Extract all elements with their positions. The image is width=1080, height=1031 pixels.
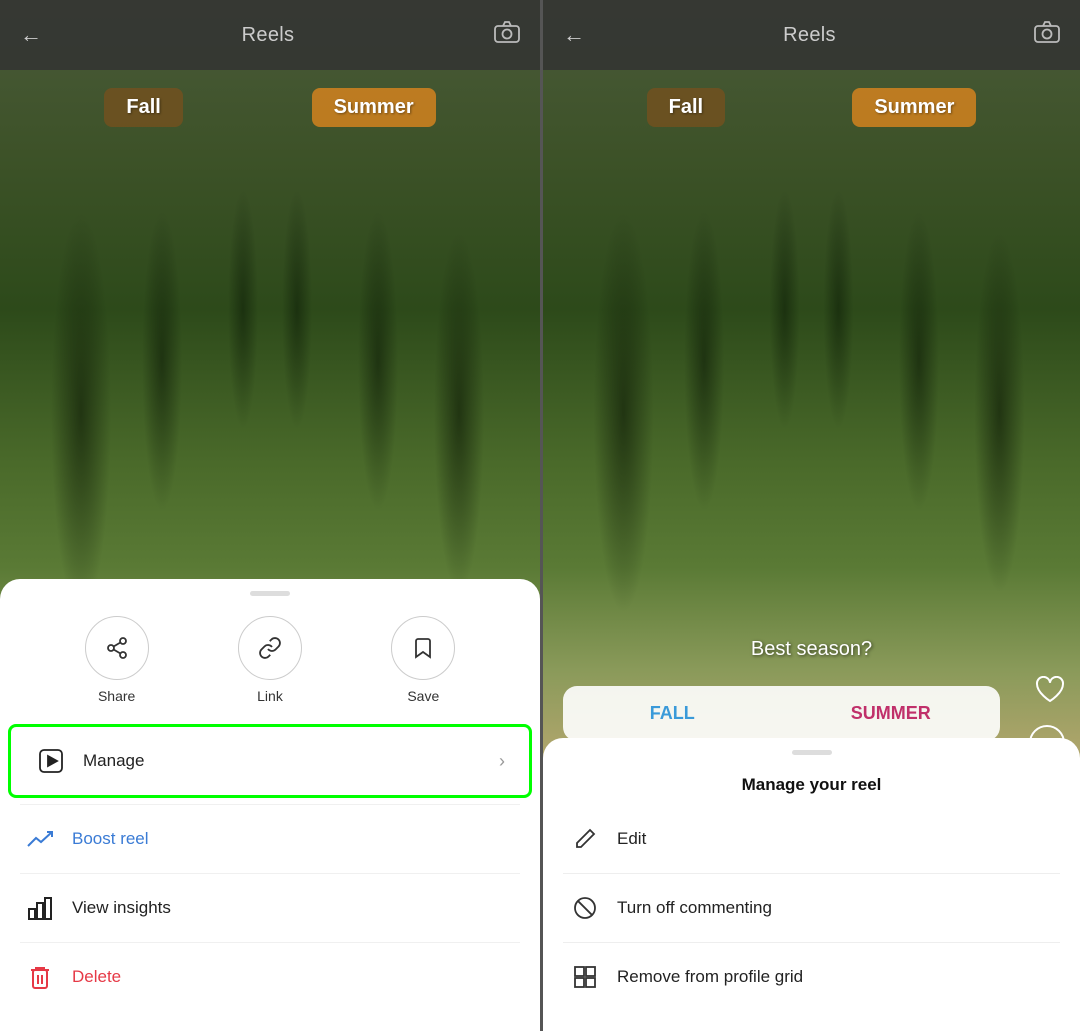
no-comment-icon xyxy=(571,894,599,922)
link-label: Link xyxy=(257,688,283,704)
boost-label: Boost reel xyxy=(72,829,516,849)
manage-reel-sheet: Manage your reel Edit Turn off commentin… xyxy=(543,738,1080,1031)
manage-sheet-handle xyxy=(792,750,832,755)
right-summer-tag: Summer xyxy=(852,88,976,127)
profile-grid-item[interactable]: Remove from profile grid xyxy=(543,943,1080,1011)
share-circle xyxy=(85,616,149,680)
profile-grid-label: Remove from profile grid xyxy=(617,967,803,987)
right-camera-icon[interactable] xyxy=(1034,21,1060,49)
manage-menu-item[interactable]: Manage › xyxy=(8,724,532,798)
left-summer-tag: Summer xyxy=(312,88,436,127)
manage-icon xyxy=(35,745,67,777)
right-panel: ← Reels Fall Summer Best season? FALL SU… xyxy=(540,0,1080,1031)
link-button[interactable]: Link xyxy=(238,616,302,704)
commenting-item[interactable]: Turn off commenting xyxy=(543,874,1080,942)
left-back-button[interactable]: ← xyxy=(20,22,42,48)
left-season-tags: Fall Summer xyxy=(0,88,540,127)
view-insights-item[interactable]: View insights xyxy=(0,874,540,942)
left-bottom-sheet: Share Link Save xyxy=(0,579,540,1031)
heart-button[interactable] xyxy=(1035,676,1065,711)
edit-item[interactable]: Edit xyxy=(543,805,1080,873)
edit-label: Edit xyxy=(617,829,646,849)
insights-icon xyxy=(24,892,56,924)
save-label: Save xyxy=(407,688,439,704)
boost-reel-item[interactable]: Boost reel xyxy=(0,805,540,873)
boost-icon xyxy=(24,823,56,855)
manage-chevron-icon: › xyxy=(499,751,505,772)
left-camera-icon[interactable] xyxy=(494,21,520,49)
poll-summer-option[interactable]: SUMMER xyxy=(782,686,1001,741)
save-circle xyxy=(391,616,455,680)
poll-fall-option[interactable]: FALL xyxy=(563,686,782,741)
right-season-tags: Fall Summer xyxy=(543,88,1080,127)
link-circle xyxy=(238,616,302,680)
right-header: ← Reels xyxy=(543,0,1080,70)
delete-icon xyxy=(24,961,56,993)
commenting-label: Turn off commenting xyxy=(617,898,772,918)
delete-item[interactable]: Delete xyxy=(0,943,540,1011)
manage-reel-title: Manage your reel xyxy=(543,775,1080,795)
left-header: ← Reels xyxy=(0,0,540,70)
delete-label: Delete xyxy=(72,967,516,987)
action-buttons-row: Share Link Save xyxy=(0,616,540,704)
right-header-title: Reels xyxy=(783,24,836,47)
share-label: Share xyxy=(98,688,135,704)
manage-label: Manage xyxy=(83,751,499,771)
insights-label: View insights xyxy=(72,898,516,918)
poll-options: FALL SUMMER xyxy=(563,686,1000,741)
left-header-title: Reels xyxy=(242,24,295,47)
poll-question: Best season? xyxy=(543,638,1080,661)
right-back-button[interactable]: ← xyxy=(563,22,585,48)
right-fall-tag: Fall xyxy=(647,88,725,127)
sheet-handle xyxy=(250,591,290,596)
grid-icon xyxy=(571,963,599,991)
left-panel: ← Reels Fall Summer xyxy=(0,0,540,1031)
share-button[interactable]: Share xyxy=(85,616,149,704)
left-fall-tag: Fall xyxy=(104,88,182,127)
save-button[interactable]: Save xyxy=(391,616,455,704)
edit-icon xyxy=(571,825,599,853)
